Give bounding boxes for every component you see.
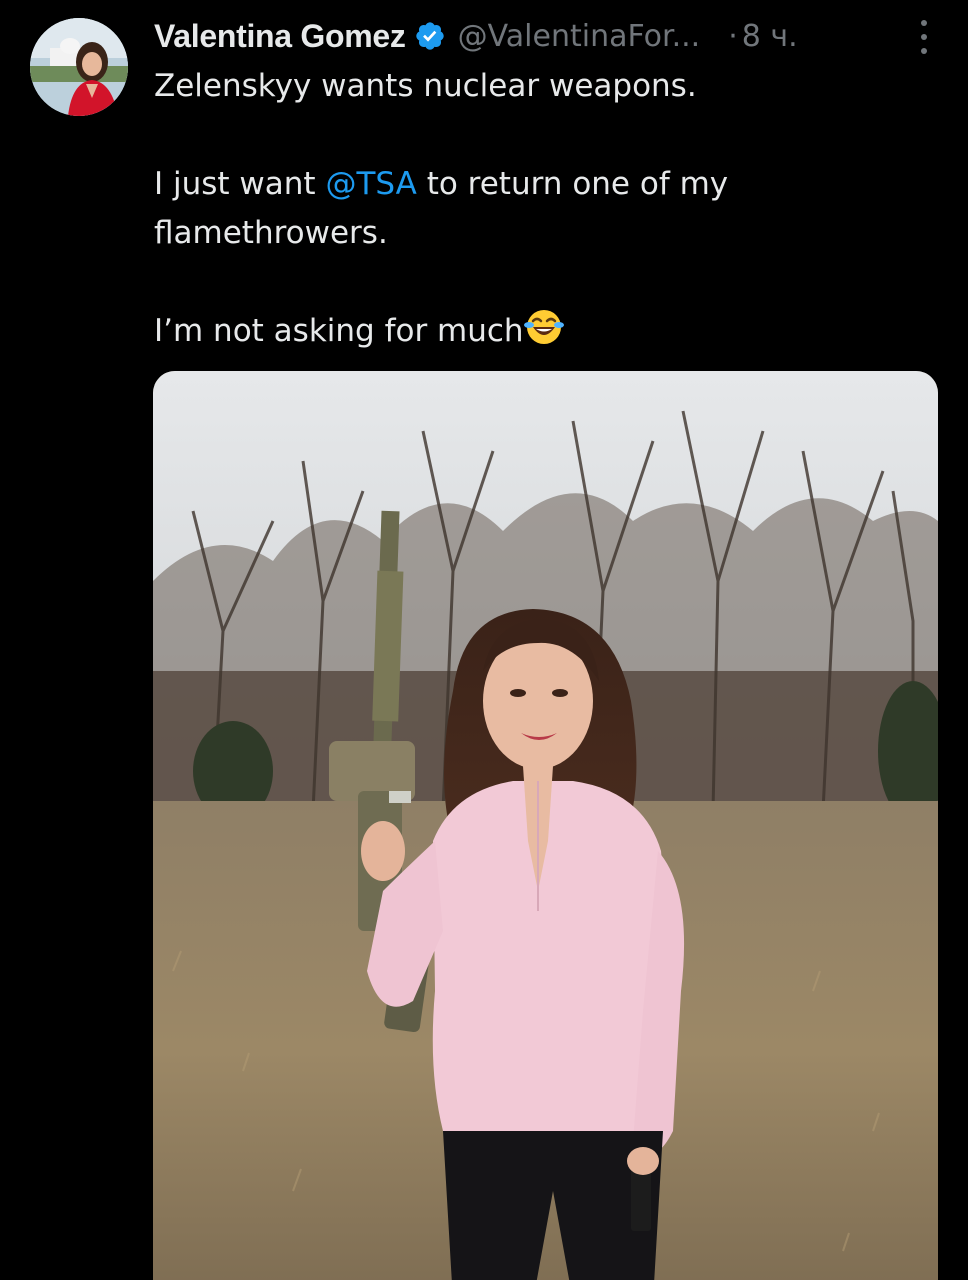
tweet-line-2: I just want @TSA to return one of my bbox=[154, 160, 934, 209]
tweet-timestamp[interactable]: 8 ч. bbox=[742, 19, 798, 54]
author-avatar[interactable] bbox=[30, 18, 128, 116]
tweet-line-3: flamethrowers. bbox=[154, 215, 388, 251]
more-options-icon[interactable] bbox=[914, 20, 934, 54]
tweet-text: Zelenskyy wants nuclear weapons. I just … bbox=[154, 62, 934, 356]
tweet-line-1: Zelenskyy wants nuclear weapons. bbox=[154, 68, 697, 104]
verified-badge-icon[interactable] bbox=[414, 20, 446, 52]
tweet-header: Valentina Gomez @ValentinaFor... · 8 ч. bbox=[154, 14, 938, 58]
tweet-line-2-suffix: to return one of my bbox=[416, 166, 729, 202]
tweet-line-4-text: I’m not asking for much bbox=[154, 313, 524, 349]
avatar-image bbox=[30, 18, 128, 116]
photo-illustration bbox=[153, 371, 938, 1280]
tears-of-joy-emoji-icon bbox=[523, 307, 564, 347]
separator-dot: · bbox=[728, 18, 738, 54]
tweet-line-4: I’m not asking for much bbox=[154, 307, 934, 356]
tweet-line-2-prefix: I just want bbox=[154, 166, 326, 202]
author-display-name[interactable]: Valentina Gomez bbox=[154, 18, 406, 55]
mention-link[interactable]: @TSA bbox=[325, 166, 416, 202]
attached-photo[interactable] bbox=[153, 371, 938, 1280]
author-handle[interactable]: @ValentinaFor... bbox=[458, 19, 701, 54]
